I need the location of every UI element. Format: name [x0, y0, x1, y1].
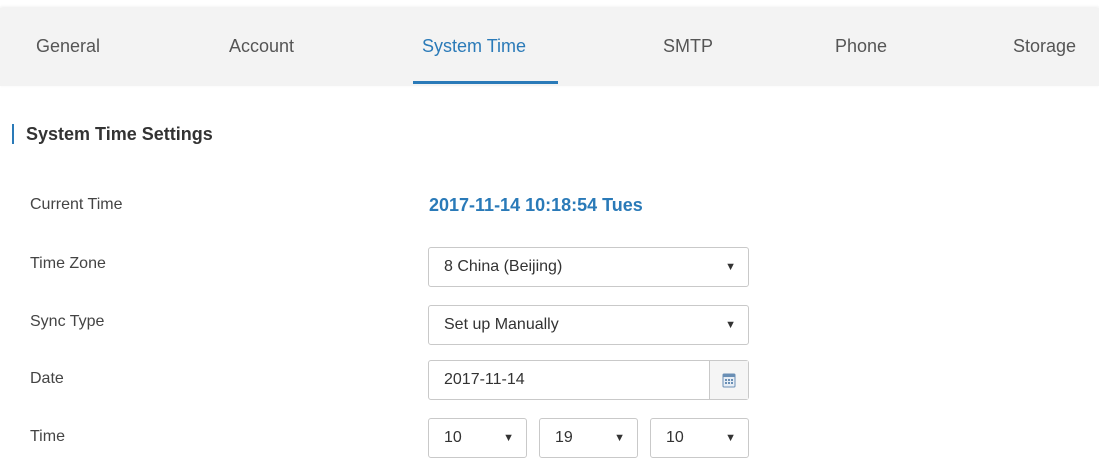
section-title: System Time Settings [12, 124, 213, 144]
date-picker-button[interactable] [709, 361, 748, 399]
caret-down-icon: ▼ [725, 432, 736, 444]
current-time-value: 2017-11-14 10:18:54 Tues [429, 195, 643, 215]
time-minute-value: 19 [555, 429, 573, 446]
caret-down-icon: ▼ [725, 261, 736, 273]
time-hour-value: 10 [444, 429, 462, 446]
tab-storage[interactable]: Storage [1013, 8, 1076, 86]
tab-account[interactable]: Account [229, 8, 294, 86]
time-hour-select[interactable]: 10 ▼ [428, 418, 527, 458]
caret-down-icon: ▼ [725, 319, 736, 331]
caret-down-icon: ▼ [614, 432, 625, 444]
tab-general[interactable]: General [36, 8, 100, 86]
date-value: 2017-11-14 [444, 371, 525, 388]
tab-bar: General Account System Time SMTP Phone S… [0, 8, 1099, 86]
time-minute-select[interactable]: 19 ▼ [539, 418, 638, 458]
tab-smtp[interactable]: SMTP [663, 8, 713, 86]
date-field[interactable]: 2017-11-14 [428, 360, 749, 400]
time-zone-select[interactable]: 8 China (Beijing) ▼ [428, 247, 749, 287]
time-second-value: 10 [666, 429, 684, 446]
sync-type-select[interactable]: Set up Manually ▼ [428, 305, 749, 345]
sync-type-value: Set up Manually [444, 316, 559, 333]
sync-type-label: Sync Type [30, 313, 105, 330]
calendar-icon [722, 373, 736, 388]
time-second-select[interactable]: 10 ▼ [650, 418, 749, 458]
tab-system-time[interactable]: System Time [422, 8, 526, 86]
time-label: Time [30, 428, 65, 445]
date-label: Date [30, 370, 64, 387]
current-time-label: Current Time [30, 196, 123, 213]
time-zone-label: Time Zone [30, 255, 106, 272]
active-tab-indicator [413, 81, 558, 84]
caret-down-icon: ▼ [503, 432, 514, 444]
time-zone-value: 8 China (Beijing) [444, 258, 563, 275]
tab-phone[interactable]: Phone [835, 8, 887, 86]
